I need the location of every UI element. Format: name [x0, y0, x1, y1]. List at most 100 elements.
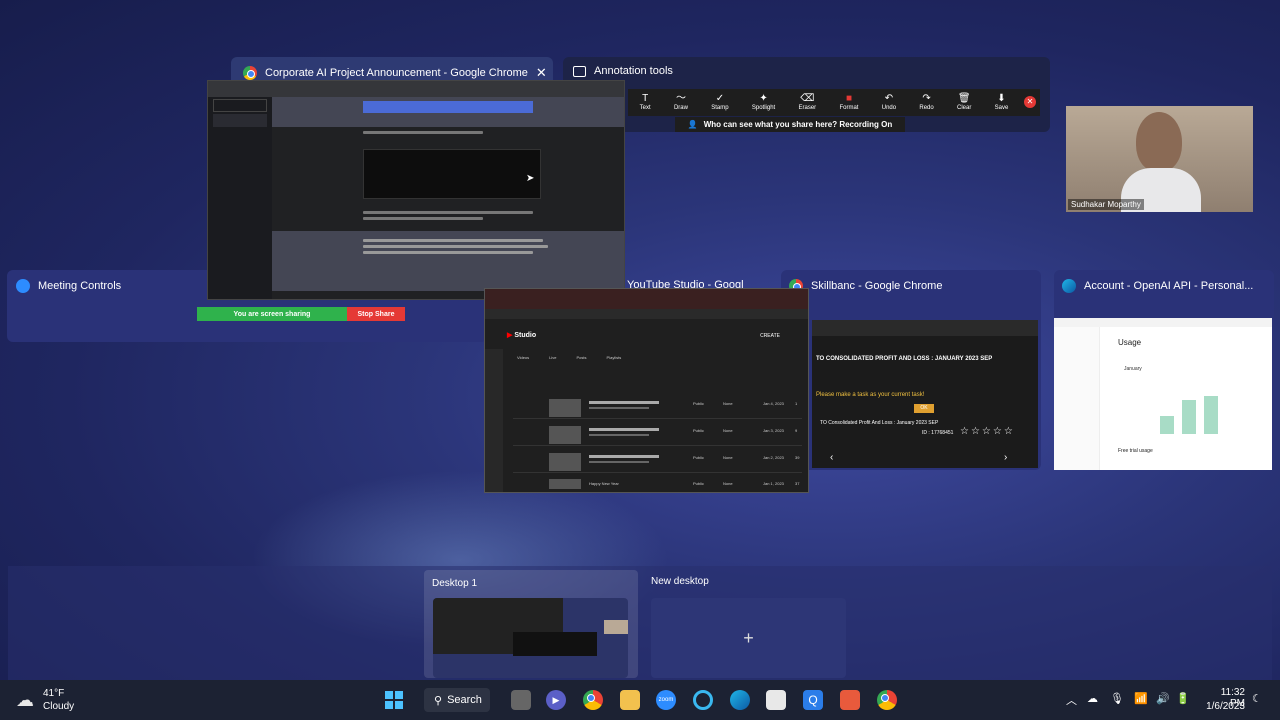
person-icon: 👤 — [687, 120, 698, 129]
share-notice[interactable]: 👤 Who can see what you share here? Recor… — [675, 117, 905, 132]
table-row[interactable]: Public None Jan 4, 2023 1 — [513, 397, 802, 419]
cursor-icon: ➤ — [526, 173, 535, 184]
moon-icon[interactable]: ☾ — [1252, 692, 1262, 705]
restriction-cell: None — [723, 481, 733, 486]
store-icon[interactable] — [766, 690, 786, 710]
spotlight-icon: ✦ — [759, 93, 768, 104]
stop-share-button[interactable]: Stop Share — [347, 307, 405, 321]
screen-sharing-bar: You are screen sharing Stop Share — [197, 307, 405, 321]
tool-label: Text — [639, 105, 651, 111]
tab-posts[interactable]: Posts — [577, 355, 587, 360]
chrome-window-title[interactable]: Corporate AI Project Announcement - Goog… — [243, 65, 547, 81]
zoom-icon — [16, 279, 30, 293]
desktop-1-thumbnail[interactable] — [433, 598, 628, 678]
edge-taskbar-icon[interactable] — [730, 690, 750, 710]
tool-label: Save — [994, 105, 1009, 111]
tool-clear[interactable]: 🗑 Clear — [957, 94, 972, 112]
weather-temp[interactable]: 41°F — [43, 688, 64, 699]
search-label: Search — [447, 694, 482, 706]
create-button[interactable]: CREATE — [760, 333, 780, 339]
file-explorer-icon[interactable] — [620, 690, 640, 710]
skillbanc-id: ID : 17768451 — [922, 430, 954, 436]
chevron-left-icon[interactable]: ‹ — [830, 452, 833, 463]
start-button[interactable] — [384, 690, 404, 710]
weather-condition[interactable]: Cloudy — [43, 701, 74, 712]
battery-icon[interactable]: 🔋 — [1176, 692, 1190, 705]
chevron-right-icon[interactable]: › — [1004, 452, 1007, 463]
annotation-title-text: Annotation tools — [594, 65, 673, 77]
participant-face — [1136, 112, 1182, 172]
share-notice-text: Who can see what you share here? Recordi… — [703, 120, 893, 129]
tool-format[interactable]: ■ Format — [839, 93, 859, 112]
search-button[interactable]: ⚲ Search — [424, 688, 490, 712]
openai-title[interactable]: Account - OpenAI API - Personal... — [1062, 279, 1253, 293]
close-icon[interactable]: ✕ — [536, 65, 547, 81]
edge-icon — [1062, 279, 1076, 293]
date-cell: Jan 1, 2023 — [763, 481, 784, 486]
cortana-icon[interactable] — [693, 690, 713, 710]
usage-bar — [1204, 396, 1218, 434]
views-cell: 39 — [795, 455, 800, 460]
restriction-cell: None — [723, 455, 733, 460]
free-trial-label: Free trial usage — [1118, 448, 1153, 454]
format-icon: ■ — [845, 93, 852, 104]
chrome-profile-taskbar-icon[interactable] — [877, 690, 897, 710]
chrome-taskbar-icon[interactable] — [583, 690, 603, 710]
new-desktop-label: New desktop — [651, 576, 709, 587]
chat-icon[interactable]: ▶ — [546, 690, 566, 710]
new-desktop-button[interactable]: + — [651, 598, 846, 678]
table-row[interactable]: Public None Jan 2, 2023 39 — [513, 451, 802, 473]
chrome-icon — [243, 66, 257, 80]
visibility-cell: Public — [693, 428, 704, 433]
tool-stamp[interactable]: ✓ Stamp — [711, 94, 728, 112]
code-block — [363, 149, 541, 199]
table-row[interactable]: Public None Jan 3, 2023 9 — [513, 424, 802, 446]
tool-label: Clear — [957, 105, 972, 111]
sharing-status: You are screen sharing — [197, 307, 347, 321]
views-cell: 1 — [795, 401, 798, 406]
tool-eraser[interactable]: ⌫ Eraser — [799, 94, 817, 112]
clock-date[interactable]: 1/6/2023 — [1205, 701, 1245, 712]
date-cell: Jan 4, 2023 — [763, 401, 784, 406]
tool-save[interactable]: ⬇ Save — [994, 94, 1009, 112]
tab-playlists[interactable]: Playlists — [607, 355, 622, 360]
visibility-cell: Public — [693, 481, 704, 486]
taskbar: ☁ 41°F Cloudy ⚲ Search ▶ zoom Q ︿ ☁ 🎙 📶 🔊… — [0, 680, 1280, 720]
meeting-controls-title[interactable]: Meeting Controls — [16, 279, 121, 293]
tab-live[interactable]: Live — [549, 355, 556, 360]
usage-bar — [1182, 400, 1196, 434]
annotation-window-title[interactable]: Annotation tools — [573, 65, 673, 77]
ok-button[interactable]: OK — [914, 404, 934, 413]
table-row[interactable]: Happy New Year Public None Jan 1, 2023 37 — [513, 477, 802, 492]
usage-bar — [1160, 416, 1174, 434]
volume-icon[interactable]: 🔊 — [1156, 692, 1170, 705]
tool-undo[interactable]: ↶ Undo — [881, 94, 897, 112]
wifi-icon[interactable]: 📶 — [1134, 692, 1148, 705]
draw-icon: 〜 — [675, 93, 686, 104]
restriction-cell: None — [723, 428, 733, 433]
youtube-icon: ▶ — [507, 332, 513, 339]
chevron-up-icon[interactable]: ︿ — [1066, 692, 1077, 708]
virtual-desktops-strip — [8, 566, 1272, 681]
tool-label: Redo — [919, 105, 934, 111]
tool-redo[interactable]: ↷ Redo — [919, 94, 934, 112]
date-cell: Jan 3, 2023 — [763, 428, 784, 433]
cloud-sync-icon[interactable]: ☁ — [1087, 692, 1098, 705]
office-icon[interactable] — [840, 690, 860, 710]
skillbanc-title[interactable]: Skillbanc - Google Chrome — [789, 279, 942, 293]
month-select[interactable]: January — [1124, 366, 1142, 372]
tool-text[interactable]: T Text — [639, 94, 651, 112]
search-app-icon[interactable]: Q — [803, 690, 823, 710]
tool-label: Format — [839, 105, 859, 111]
zoom-taskbar-icon[interactable]: zoom — [656, 690, 676, 710]
rating-stars[interactable]: ☆☆☆☆☆ — [960, 426, 1015, 437]
task-view-icon[interactable] — [511, 690, 531, 710]
participant-video[interactable]: Sudhakar Moparthy — [1066, 106, 1253, 212]
tool-draw[interactable]: 〜 Draw — [674, 93, 688, 112]
annotation-close-button[interactable]: ✕ — [1024, 96, 1036, 108]
tool-label: Undo — [881, 105, 897, 111]
tool-spotlight[interactable]: ✦ Spotlight — [752, 93, 775, 112]
tab-videos[interactable]: Videos — [517, 355, 529, 360]
microphone-icon[interactable]: 🎙 — [1110, 692, 1124, 705]
annotation-toolbar: T Text 〜 Draw ✓ Stamp ✦ Spotlight ⌫ Eraser ■ F… — [628, 89, 1040, 116]
